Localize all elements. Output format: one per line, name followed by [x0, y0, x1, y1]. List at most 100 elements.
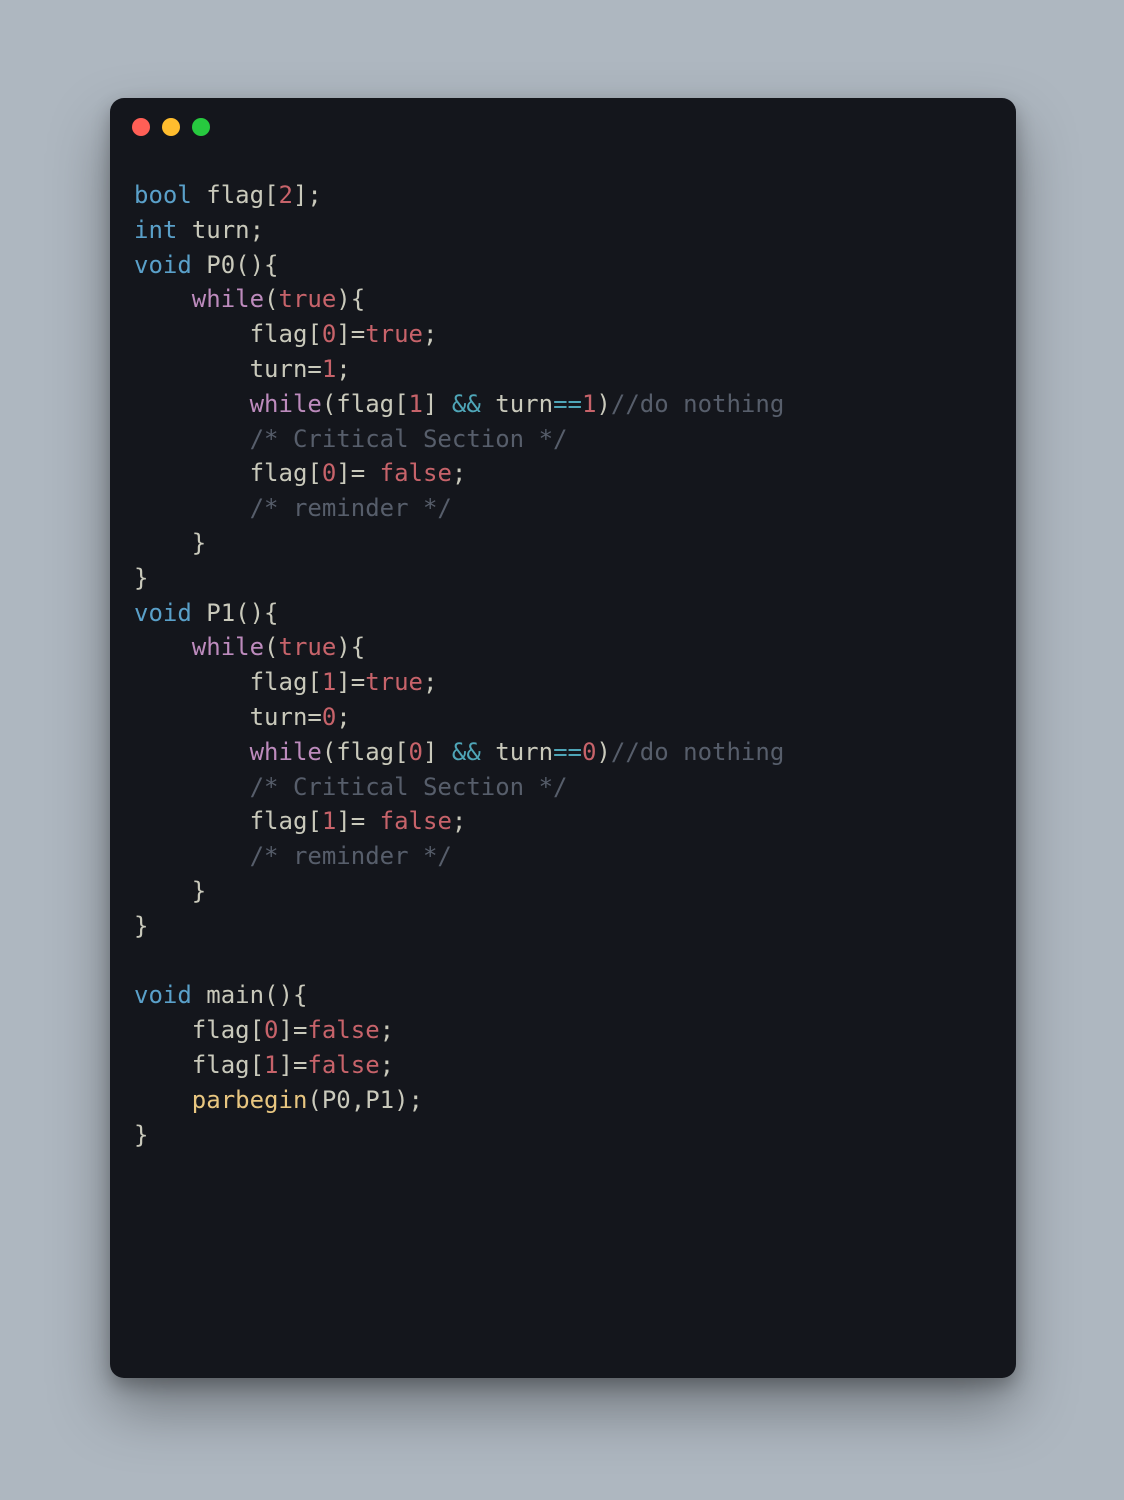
code-token: 0 — [322, 459, 336, 487]
code-line: /* reminder */ — [134, 839, 992, 874]
code-line: } — [134, 526, 992, 561]
code-token: ]; — [293, 181, 322, 209]
code-token: /* Critical Section */ — [250, 773, 568, 801]
code-token: void — [134, 981, 192, 1009]
code-token: ( — [264, 285, 278, 313]
code-token: true — [279, 285, 337, 313]
code-line: turn=0; — [134, 700, 992, 735]
code-token: ; — [423, 320, 437, 348]
code-token: flag[ — [192, 181, 279, 209]
code-token: while — [250, 738, 322, 766]
code-token: (flag[ — [322, 390, 409, 418]
code-token — [134, 842, 250, 870]
close-icon[interactable] — [132, 118, 150, 136]
code-token: ; — [336, 703, 350, 731]
code-line: bool flag[2]; — [134, 178, 992, 213]
code-token: ; — [423, 668, 437, 696]
code-token: 0 — [409, 738, 423, 766]
code-token: ] — [423, 738, 452, 766]
code-token — [134, 1086, 192, 1114]
code-token — [134, 494, 250, 522]
code-token: && — [452, 738, 481, 766]
maximize-icon[interactable] — [192, 118, 210, 136]
code-token — [134, 773, 250, 801]
code-token: flag[ — [134, 459, 322, 487]
code-token: (flag[ — [322, 738, 409, 766]
code-line: } — [134, 561, 992, 596]
code-token: ]= — [336, 668, 365, 696]
code-token: ( — [264, 633, 278, 661]
code-token: 1 — [322, 355, 336, 383]
code-token: flag[ — [134, 1016, 264, 1044]
code-token: P0(){ — [192, 251, 279, 279]
code-token: 1 — [582, 390, 596, 418]
code-line: flag[0]=true; — [134, 317, 992, 352]
code-token: void — [134, 599, 192, 627]
code-token: main(){ — [192, 981, 308, 1009]
code-token: false — [307, 1016, 379, 1044]
code-token: ] — [423, 390, 452, 418]
code-line: flag[1]=false; — [134, 1048, 992, 1083]
code-token: true — [365, 320, 423, 348]
code-token: ) — [596, 738, 610, 766]
code-token: false — [380, 807, 452, 835]
code-token: ; — [336, 355, 350, 383]
code-token: ]= — [336, 807, 379, 835]
code-line: flag[1]= false; — [134, 804, 992, 839]
code-token: ]= — [336, 459, 379, 487]
code-token: flag[ — [134, 320, 322, 348]
code-token: 1 — [322, 668, 336, 696]
code-token: while — [250, 390, 322, 418]
code-token — [134, 285, 192, 313]
code-token: ; — [380, 1016, 394, 1044]
code-token: int — [134, 216, 177, 244]
code-token: 0 — [322, 320, 336, 348]
code-token: (P0,P1); — [307, 1086, 423, 1114]
code-line: while(flag[1] && turn==1)//do nothing — [134, 387, 992, 422]
code-token: bool — [134, 181, 192, 209]
code-token: ; — [452, 807, 466, 835]
code-token: /* reminder */ — [250, 842, 452, 870]
code-block: bool flag[2];int turn;void P0(){ while(t… — [110, 142, 1016, 1176]
code-token: } — [134, 529, 206, 557]
code-token: ){ — [336, 285, 365, 313]
code-token: ]= — [336, 320, 365, 348]
code-token: } — [134, 1121, 148, 1149]
code-token: == — [553, 390, 582, 418]
code-token: } — [134, 564, 148, 592]
code-token: P1(){ — [192, 599, 279, 627]
code-token: /* reminder */ — [250, 494, 452, 522]
code-line: /* Critical Section */ — [134, 422, 992, 457]
code-token: ]= — [279, 1016, 308, 1044]
code-token — [134, 390, 250, 418]
code-line: while(flag[0] && turn==0)//do nothing — [134, 735, 992, 770]
code-token: ) — [596, 390, 610, 418]
code-token: } — [134, 912, 148, 940]
code-token: /* Critical Section */ — [250, 425, 568, 453]
window-titlebar — [110, 98, 1016, 142]
code-token: flag[ — [134, 668, 322, 696]
code-token — [134, 633, 192, 661]
minimize-icon[interactable] — [162, 118, 180, 136]
code-line: while(true){ — [134, 630, 992, 665]
code-token: 1 — [409, 390, 423, 418]
code-token: //do nothing — [611, 738, 784, 766]
code-line: void P1(){ — [134, 596, 992, 631]
code-line: parbegin(P0,P1); — [134, 1083, 992, 1118]
code-line: flag[1]=true; — [134, 665, 992, 700]
code-token: //do nothing — [611, 390, 784, 418]
code-token: turn — [481, 738, 553, 766]
code-line: /* Critical Section */ — [134, 770, 992, 805]
code-line: while(true){ — [134, 282, 992, 317]
code-line: } — [134, 909, 992, 944]
code-line: turn=1; — [134, 352, 992, 387]
code-line: void main(){ — [134, 978, 992, 1013]
code-token: parbegin — [192, 1086, 308, 1114]
code-token: && — [452, 390, 481, 418]
code-token: false — [307, 1051, 379, 1079]
code-line — [134, 944, 992, 979]
code-token: 0 — [322, 703, 336, 731]
code-token: true — [365, 668, 423, 696]
code-token: 1 — [264, 1051, 278, 1079]
code-token — [134, 738, 250, 766]
